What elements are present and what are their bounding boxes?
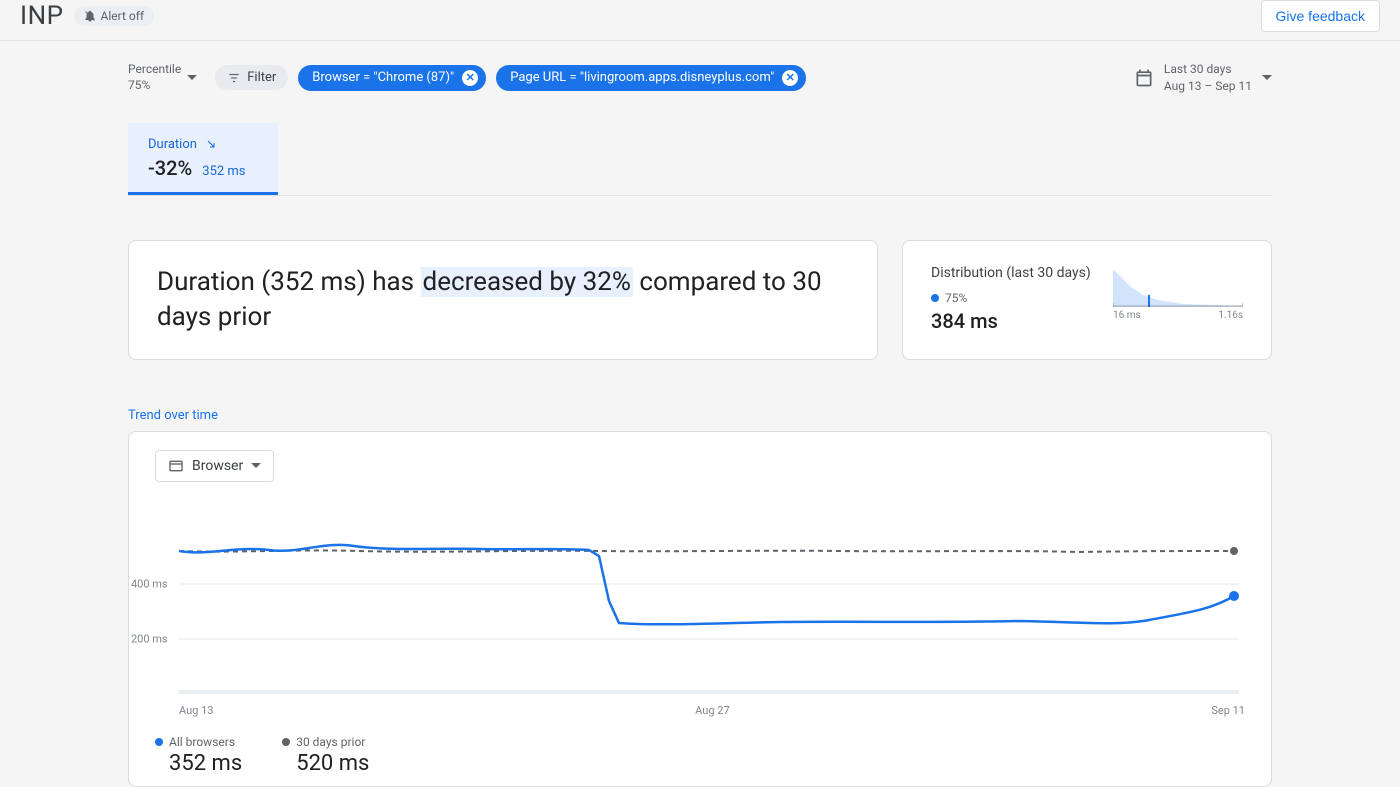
trend-section-label: Trend over time xyxy=(128,408,1272,423)
x-tick-start: Aug 13 xyxy=(179,704,213,717)
date-range-selector[interactable]: Last 30 days Aug 13 – Sep 11 xyxy=(1134,61,1272,95)
alert-off-label: Alert off xyxy=(101,9,145,23)
chevron-down-icon xyxy=(187,75,197,80)
dot-icon xyxy=(282,738,290,746)
tab-duration[interactable]: Duration -32% 352 ms xyxy=(128,123,278,195)
arrow-down-right-icon xyxy=(205,138,217,150)
chevron-down-icon xyxy=(1262,75,1272,80)
close-icon[interactable]: ✕ xyxy=(782,70,798,86)
filter-chip-label: Browser = "Chrome (87)" xyxy=(312,70,454,85)
summary-pre: Duration (352 ms) has xyxy=(157,267,421,297)
filter-chip-browser[interactable]: Browser = "Chrome (87)" ✕ xyxy=(298,65,486,91)
distribution-axis-min: 16 ms xyxy=(1113,310,1141,321)
percentile-label: Percentile xyxy=(128,62,181,78)
close-icon[interactable]: ✕ xyxy=(462,70,478,86)
distribution-title: Distribution (last 30 days) xyxy=(931,265,1091,281)
calendar-icon xyxy=(1134,68,1154,88)
tab-value: 352 ms xyxy=(202,164,245,179)
dot-icon xyxy=(931,294,939,302)
x-tick-mid: Aug 27 xyxy=(695,704,729,717)
legend-prior: 30 days prior 520 ms xyxy=(282,735,369,776)
alert-off-chip[interactable]: Alert off xyxy=(74,6,155,26)
distribution-value: 384 ms xyxy=(931,309,1091,333)
distribution-chart: 16 ms 1.16s xyxy=(1113,265,1243,321)
filter-chip-url[interactable]: Page URL = "livingroom.apps.disneyplus.c… xyxy=(496,65,806,91)
legend-value: 520 ms xyxy=(296,751,369,776)
date-range-value: Aug 13 – Sep 11 xyxy=(1164,78,1252,95)
dot-icon xyxy=(155,738,163,746)
percentile-selector[interactable]: Percentile 75% xyxy=(128,62,197,93)
y-tick-400: 400 ms xyxy=(131,577,168,590)
trend-chart: 400 ms 200 ms Aug 13 Aug 27 Sep 11 xyxy=(179,506,1245,717)
distribution-card: Distribution (last 30 days) 75% 384 ms 1… xyxy=(902,240,1272,360)
legend-value: 352 ms xyxy=(169,751,242,776)
trend-card: Browser 400 ms 200 ms Aug 13 Aug 2 xyxy=(128,431,1272,787)
x-tick-end: Sep 11 xyxy=(1211,704,1245,717)
date-range-label: Last 30 days xyxy=(1164,61,1252,78)
browser-dropdown[interactable]: Browser xyxy=(155,450,274,482)
distribution-percentile: 75% xyxy=(945,291,967,305)
legend-name: 30 days prior xyxy=(296,735,365,749)
bell-off-icon xyxy=(84,10,96,22)
legend-all-browsers: All browsers 352 ms xyxy=(155,735,242,776)
give-feedback-button[interactable]: Give feedback xyxy=(1261,0,1381,32)
y-tick-200: 200 ms xyxy=(131,632,168,645)
summary-highlight: decreased by 32% xyxy=(421,267,633,297)
filter-chip-label: Page URL = "livingroom.apps.disneyplus.c… xyxy=(510,70,774,85)
percentile-value: 75% xyxy=(128,78,181,94)
filter-label: Filter xyxy=(247,70,276,85)
web-asset-icon xyxy=(168,458,184,474)
page-title: INP xyxy=(20,1,64,31)
distribution-axis-max: 1.16s xyxy=(1218,310,1243,321)
chevron-down-icon xyxy=(251,463,261,468)
summary-card: Duration (352 ms) has decreased by 32% c… xyxy=(128,240,878,360)
browser-dropdown-label: Browser xyxy=(192,458,243,474)
legend-name: All browsers xyxy=(169,735,235,749)
filter-icon xyxy=(227,71,241,85)
tab-delta: -32% xyxy=(148,156,192,180)
summary-text: Duration (352 ms) has decreased by 32% c… xyxy=(157,265,849,335)
filter-button[interactable]: Filter xyxy=(215,65,288,90)
tab-name: Duration xyxy=(148,137,197,152)
